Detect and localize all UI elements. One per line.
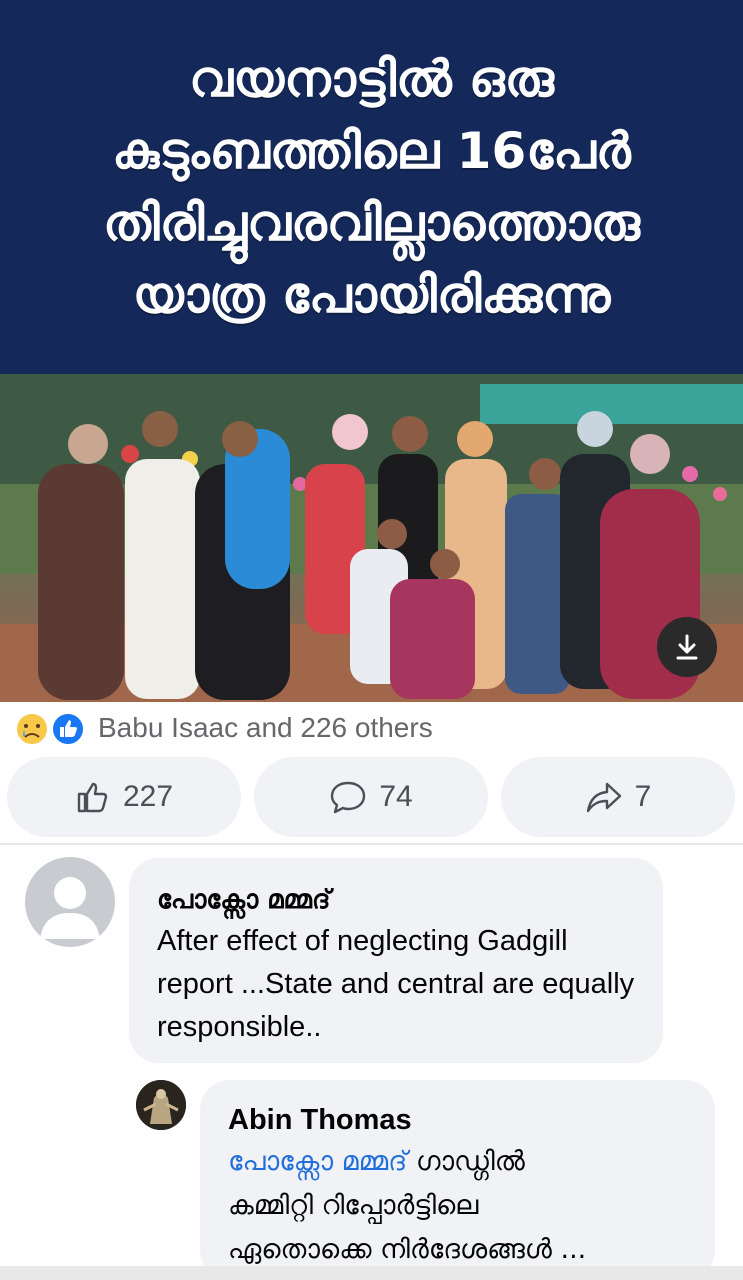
thumbs-up-icon	[77, 782, 108, 813]
profile-picture-icon	[136, 1080, 186, 1130]
bottom-bar	[0, 1266, 743, 1280]
banner-line: കുടുംബത്തിലെ 16പേർ	[112, 122, 631, 180]
reactions-text: Babu Isaac and 226 others	[98, 712, 433, 743]
default-avatar-icon	[40, 877, 100, 939]
comment-text: After effect of neglecting Gadgill repor…	[157, 925, 635, 1043]
section-divider	[0, 843, 743, 845]
reaction-icons	[14, 708, 90, 748]
family-photo[interactable]	[0, 374, 743, 702]
avatar[interactable]	[25, 857, 115, 947]
reply-avatar[interactable]	[136, 1080, 186, 1130]
comment-button[interactable]: 74	[254, 757, 488, 837]
reply-text-line: കമ്മിറ്റി റിപ്പോർട്ടിലെ	[228, 1190, 479, 1221]
comment-bubble-icon	[331, 781, 366, 814]
reply-text-line: ഗാഡ്ഗിൽ	[407, 1146, 525, 1177]
thumbs-up-icon	[51, 712, 85, 746]
reactions-summary[interactable]: Babu Isaac and 226 others	[14, 708, 433, 748]
banner-line: വയനാട്ടിൽ ഒരു	[189, 50, 554, 108]
reply-bubble: Abin Thomas പോക്സോ മമ്മദ് ഗാഡ്ഗിൽ കമ്മിറ…	[200, 1080, 715, 1280]
like-button[interactable]: 227	[7, 757, 241, 837]
comment-bubble: പോക്സോ മമ്മദ് After effect of neglecting…	[129, 858, 663, 1063]
banner-line: തിരിച്ചുവരവില്ലാത്തൊരു	[103, 194, 640, 252]
family-photo-illustration	[0, 374, 743, 702]
comment-count: 74	[379, 780, 413, 813]
banner-line: യാത്ര പോയിരിക്കുന്നു	[132, 266, 611, 324]
crying-face-icon	[15, 712, 49, 746]
mention-link[interactable]: പോക്സോ മമ്മദ്	[228, 1146, 407, 1177]
comment-author[interactable]: പോക്സോ മമ്മദ്	[157, 882, 635, 918]
download-button[interactable]	[657, 617, 717, 677]
share-count: 7	[634, 780, 652, 813]
reply-text: പോക്സോ മമ്മദ് ഗാഡ്ഗിൽ കമ്മിറ്റി റിപ്പോർട…	[228, 1140, 687, 1272]
share-button[interactable]: 7	[501, 757, 735, 837]
share-arrow-icon	[586, 782, 621, 813]
post-banner: വയനാട്ടിൽ ഒരു കുടുംബത്തിലെ 16പേർ തിരിച്ച…	[0, 0, 743, 374]
reply-author[interactable]: Abin Thomas	[228, 1102, 687, 1138]
like-count: 227	[122, 780, 174, 813]
download-icon	[676, 634, 698, 660]
